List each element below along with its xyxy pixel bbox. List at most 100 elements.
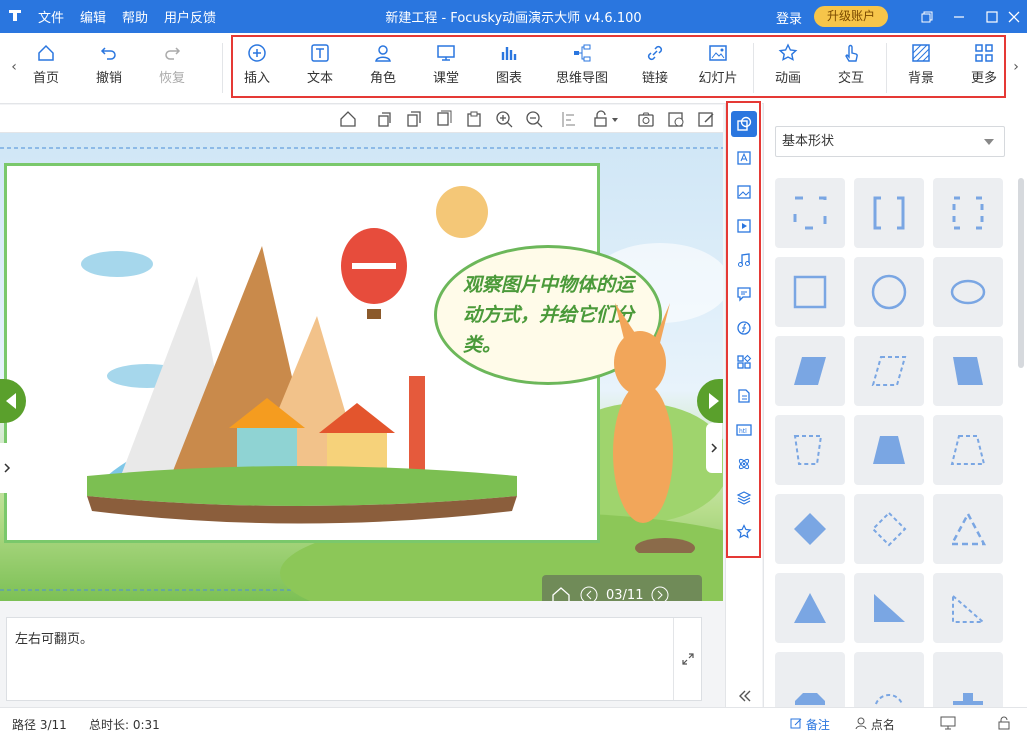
- home-label: 首页: [32, 71, 59, 86]
- right-panel-toggle-button[interactable]: [706, 423, 722, 473]
- menu-feedback[interactable]: 用户反馈: [156, 7, 224, 26]
- zoom-in-icon[interactable]: [495, 110, 513, 128]
- chart-button[interactable]: 图表: [479, 43, 539, 86]
- interaction-button[interactable]: 交互: [821, 43, 881, 86]
- prev-slide-button[interactable]: [0, 379, 26, 423]
- camera-icon[interactable]: [637, 110, 655, 128]
- shape-brackets[interactable]: [854, 178, 924, 248]
- music-category-icon[interactable]: [731, 247, 757, 273]
- shape-dashed-right-triangle[interactable]: [933, 573, 1003, 643]
- rotate-icon[interactable]: [375, 110, 393, 128]
- insert-category-bar: htl: [725, 103, 762, 707]
- link-button[interactable]: 链接: [625, 43, 685, 86]
- home-button[interactable]: 首页: [16, 43, 76, 86]
- align-icon[interactable]: [560, 110, 578, 128]
- textbox-category-icon[interactable]: [731, 145, 757, 171]
- pager-next-icon[interactable]: [651, 586, 669, 601]
- favorite-category-icon[interactable]: [731, 519, 757, 545]
- status-bar: 路径 3/11 总时长: 0:31 备注 点名: [0, 707, 1027, 735]
- slide-stage[interactable]: 观察图片中物体的运动方式，并给它们分类。 03/11: [0, 133, 723, 601]
- rollcall-button[interactable]: 点名: [855, 716, 895, 733]
- text-button[interactable]: 文本: [290, 43, 350, 86]
- record-icon[interactable]: [667, 110, 685, 128]
- shape-dashed-diamond[interactable]: [854, 494, 924, 564]
- shape-diamond[interactable]: [775, 494, 845, 564]
- link-icon: [647, 45, 663, 61]
- restore-icon[interactable]: [910, 0, 944, 33]
- shape-octagon[interactable]: [775, 652, 845, 707]
- chart-label: 图表: [495, 71, 522, 86]
- comment-category-icon[interactable]: [731, 281, 757, 307]
- shape-dashed-brackets[interactable]: [933, 178, 1003, 248]
- slides-button[interactable]: 幻灯片: [688, 43, 748, 86]
- screen-icon[interactable]: [940, 716, 956, 733]
- left-panel-expand-button[interactable]: [0, 443, 14, 493]
- shape-category-select[interactable]: 基本形状: [775, 126, 1005, 157]
- redo-button[interactable]: 恢复: [142, 43, 202, 86]
- pager-prev-icon[interactable]: [580, 586, 598, 601]
- menu-file[interactable]: 文件: [30, 7, 72, 26]
- upgrade-button[interactable]: 升级账户: [814, 6, 888, 27]
- edit-icon[interactable]: [697, 110, 715, 128]
- home-view-icon[interactable]: [339, 110, 357, 128]
- collapse-panel-icon[interactable]: [731, 683, 757, 709]
- close-icon[interactable]: [1000, 0, 1027, 33]
- shape-cross[interactable]: [933, 652, 1003, 707]
- toolbar-scroll-right-icon[interactable]: ›: [1010, 59, 1022, 75]
- undo-icon: [100, 47, 116, 60]
- role-button[interactable]: 角色: [353, 43, 413, 86]
- shape-dashed-trapezoid-up[interactable]: [933, 415, 1003, 485]
- shape-dashed-trapezoid[interactable]: [775, 415, 845, 485]
- shape-rectangle[interactable]: [775, 257, 845, 327]
- shape-dashed-triangle[interactable]: [933, 494, 1003, 564]
- notes-expand-icon[interactable]: [673, 618, 701, 700]
- copy-icon[interactable]: [405, 110, 423, 128]
- more-label: 更多: [970, 71, 997, 86]
- toolbar-divider: [886, 43, 887, 93]
- notes-field[interactable]: 左右可翻页。: [6, 617, 702, 701]
- minimize-icon[interactable]: [942, 0, 976, 33]
- shape-right-triangle[interactable]: [854, 573, 924, 643]
- class-button[interactable]: 课堂: [416, 43, 476, 86]
- undo-button[interactable]: 撤销: [79, 43, 139, 86]
- document-category-icon[interactable]: [731, 383, 757, 409]
- menu-help[interactable]: 帮助: [114, 7, 156, 26]
- background-label: 背景: [907, 71, 934, 86]
- zoom-out-icon[interactable]: [525, 110, 543, 128]
- notes-toggle[interactable]: 备注: [790, 716, 830, 733]
- html-category-icon[interactable]: htl: [731, 417, 757, 443]
- shape-parallelogram[interactable]: [775, 336, 845, 406]
- duplicate-icon[interactable]: [435, 110, 453, 128]
- next-slide-button[interactable]: [697, 379, 723, 423]
- path-status: 路径 3/11: [12, 718, 67, 732]
- svg-text:htl: htl: [739, 428, 747, 435]
- shape-circle[interactable]: [854, 257, 924, 327]
- shape-triangle[interactable]: [775, 573, 845, 643]
- menu-edit[interactable]: 编辑: [72, 7, 114, 26]
- login-link[interactable]: 登录: [776, 8, 802, 27]
- insert-button[interactable]: 插入: [227, 43, 287, 86]
- mindmap-button[interactable]: 思维导图: [549, 43, 615, 86]
- pager-home-icon[interactable]: [550, 584, 572, 601]
- formula-category-icon[interactable]: [731, 315, 757, 341]
- lock-status-icon[interactable]: [996, 716, 1012, 733]
- shape-dashed-circle[interactable]: [854, 652, 924, 707]
- shape-dashed-rect[interactable]: [775, 178, 845, 248]
- shapes-category-icon[interactable]: [731, 111, 757, 137]
- shape-ellipse[interactable]: [933, 257, 1003, 327]
- video-category-icon[interactable]: [731, 213, 757, 239]
- page-number: 03/11: [606, 587, 644, 602]
- shape-dashed-parallelogram[interactable]: [854, 336, 924, 406]
- shape-trapezoid-right[interactable]: [933, 336, 1003, 406]
- component-category-icon[interactable]: [731, 349, 757, 375]
- layers-category-icon[interactable]: [731, 485, 757, 511]
- lock-icon[interactable]: [592, 110, 620, 128]
- paste-icon[interactable]: [465, 110, 483, 128]
- animation-button[interactable]: 动画: [758, 43, 818, 86]
- background-button[interactable]: 背景: [891, 43, 951, 86]
- shape-trapezoid[interactable]: [854, 415, 924, 485]
- atom-category-icon[interactable]: [731, 451, 757, 477]
- panel-scrollbar[interactable]: [1018, 178, 1024, 368]
- image-category-icon[interactable]: [731, 179, 757, 205]
- more-button[interactable]: 更多: [954, 43, 1014, 86]
